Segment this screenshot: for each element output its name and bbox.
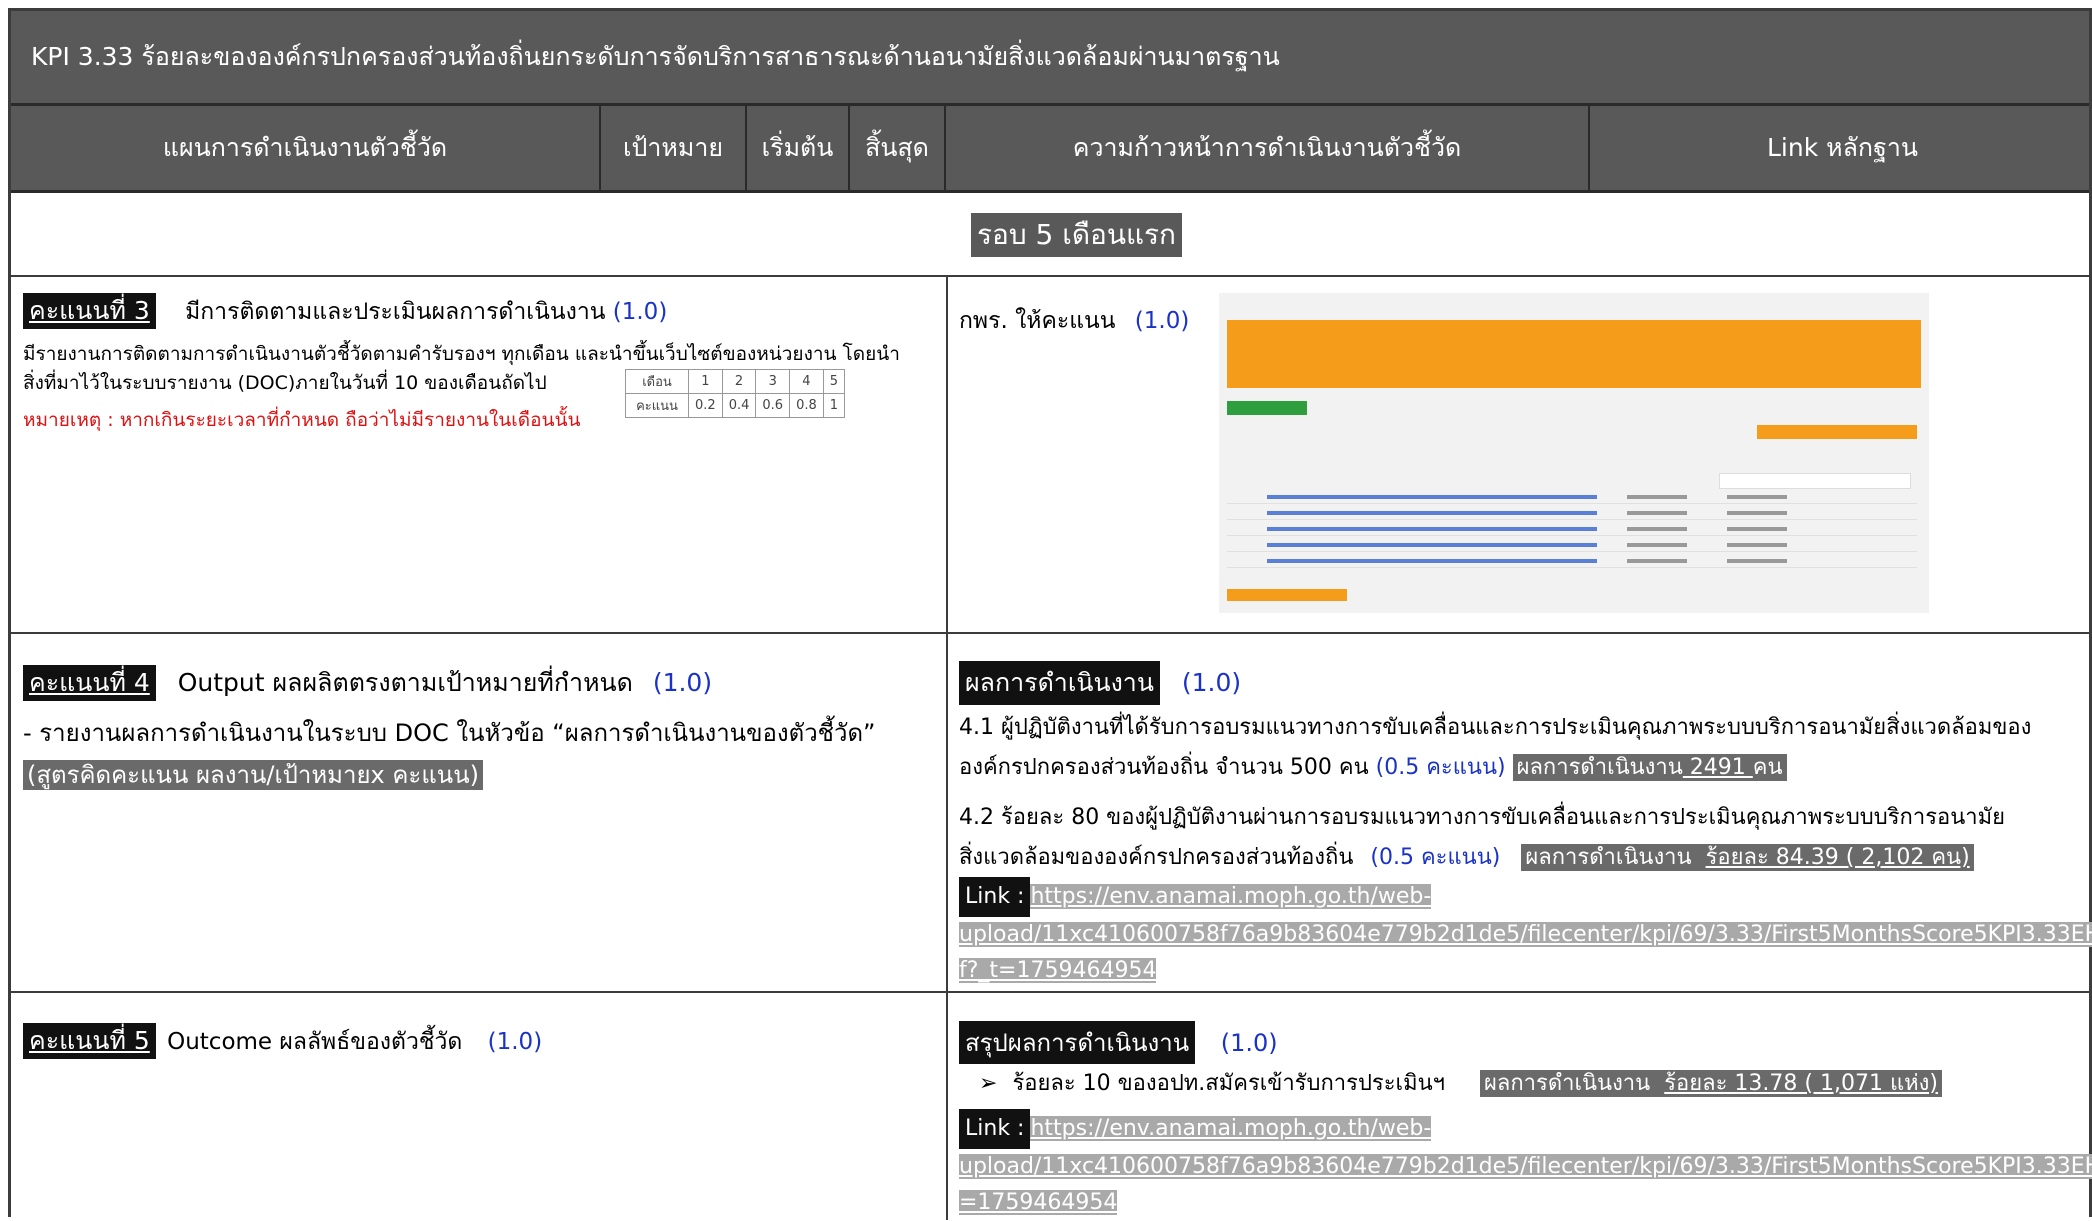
score4-tag: คะแนนที่ 4 <box>23 665 156 701</box>
score-label: คะแนน <box>625 393 689 418</box>
result-label: ผลการดำเนินงาน <box>1483 1071 1651 1096</box>
thumbnail-orange-button <box>1227 589 1347 601</box>
item-4-2-result: ผลการดำเนินงาน ร้อยละ 84.39 ( 2,102 คน) <box>1521 844 1974 871</box>
score-formula: (สูตรคิดคะแนน ผลงาน/เป้าหมายx คะแนน) <box>23 760 483 790</box>
report-screenshot-thumbnail <box>1219 293 1929 613</box>
score5-evidence-link[interactable]: Link : https://env.anamai.moph.go.th/web-… <box>959 1109 2092 1221</box>
table-header: แผนการดำเนินงานตัวชี้วัด เป้าหมาย เริ่มต… <box>11 103 2089 193</box>
bullet-icon: ➢ <box>979 1071 998 1096</box>
round-label: รอบ 5 เดือนแรก <box>971 213 1182 257</box>
column-divider <box>946 277 948 1220</box>
row-divider <box>11 991 2089 993</box>
evidence-link-line[interactable]: =1759464954 <box>959 1190 1118 1215</box>
score5-points: (1.0) <box>487 1029 543 1055</box>
thumbnail-orange-button <box>1757 425 1917 439</box>
opdc-score-text: กพร. ให้คะแนน <box>959 308 1116 334</box>
score4-desc-1: - รายงานผลการดำเนินงานในระบบ DOC ในหัวข้… <box>23 719 876 747</box>
result-label: ผลการดำเนินงาน <box>1525 845 1692 870</box>
evidence-link-line[interactable]: https://env.anamai.moph.go.th/web- <box>1030 884 1432 909</box>
evidence-link-line[interactable]: upload/11xc410600758f76a9b83604e779b2d1d… <box>959 1154 2092 1179</box>
score4-points: (1.0) <box>652 668 713 697</box>
item-4-2-points: (0.5 คะแนน) <box>1370 845 1501 870</box>
score5-summary-heading: สรุปผลการดำเนินงาน (1.0) <box>959 1021 1278 1064</box>
item-4-1-result: ผลการดำเนินงาน 2491 คน <box>1512 754 1787 781</box>
kpi-title: KPI 3.33 ร้อยละขององค์กรปกครองส่วนท้องถิ… <box>11 11 2089 103</box>
row-divider <box>11 632 2089 634</box>
table-row: คะแนน 0.2 0.4 0.6 0.8 1 <box>625 393 846 418</box>
opdc-score-points: (1.0) <box>1134 308 1190 334</box>
thumbnail-search-box <box>1719 473 1911 489</box>
month-cell: 5 <box>822 369 846 394</box>
score-cell: 0.6 <box>755 393 791 418</box>
item-4-1-text: องค์กรปกครองส่วนท้องถิ่น จำนวน 500 คน <box>959 755 1369 780</box>
score5-item-text: ร้อยละ 10 ของอปท.สมัครเข้ารับการประเมินฯ <box>1012 1071 1445 1096</box>
item-4-2-text: สิ่งแวดล้อมขององค์กรปกครองส่วนท้องถิ่น <box>959 845 1354 870</box>
result-value: 2491 <box>1682 755 1753 780</box>
score5-item: ➢ ร้อยละ 10 ของอปท.สมัครเข้ารับการประเมิ… <box>979 1065 1942 1100</box>
thumbnail-row <box>1227 525 1917 536</box>
thumbnail-row <box>1227 493 1917 504</box>
score3-points: (1.0) <box>612 299 668 325</box>
thumbnail-green-button <box>1227 401 1307 415</box>
score5-heading: คะแนนที่ 5 Outcome ผลลัพธ์ของตัวชี้วัด (… <box>23 1023 542 1060</box>
item-4-1-line-1: 4.1 ผู้ปฏิบัติงานที่ได้รับการอบรมแนวทางก… <box>959 715 2032 740</box>
score-cell: 0.8 <box>789 393 824 418</box>
item-4-2-line-1: 4.2 ร้อยละ 80 ของผู้ปฏิบัติงานผ่านการอบร… <box>959 805 2006 830</box>
score-cell: 0.4 <box>721 393 757 418</box>
score3-title: มีการติดตามและประเมินผลการดำเนินงาน <box>185 299 606 325</box>
col-progress: ความก้าวหน้าการดำเนินงานตัวชี้วัด <box>946 106 1590 190</box>
round-row: รอบ 5 เดือนแรก <box>11 193 2089 277</box>
evidence-link-line[interactable]: f?_t=1759464954 <box>959 958 1157 983</box>
month-cell: 4 <box>789 369 824 394</box>
item-4-1-points: (0.5 คะแนน) <box>1375 755 1506 780</box>
score-cell: 1 <box>822 393 846 418</box>
kpi-document: KPI 3.33 ร้อยละขององค์กรปกครองส่วนท้องถิ… <box>8 8 2092 1220</box>
score-cell: 0.2 <box>688 393 723 418</box>
result-tag: ผลการดำเนินงาน <box>959 661 1160 705</box>
evidence-link-line[interactable]: https://env.anamai.moph.go.th/web- <box>1030 1116 1432 1141</box>
thumbnail-orange-banner <box>1227 320 1921 388</box>
score5-tag: คะแนนที่ 5 <box>23 1023 156 1059</box>
col-start: เริ่มต้น <box>747 106 850 190</box>
col-plan: แผนการดำเนินงานตัวชี้วัด <box>11 106 601 190</box>
result-label: ผลการดำเนินงาน <box>1516 755 1683 780</box>
col-evidence: Link หลักฐาน <box>1766 133 1918 162</box>
summary-points: (1.0) <box>1220 1029 1278 1057</box>
score-table: เดือน 1 2 3 4 5 คะแนน 0.2 0.4 0.6 0.8 1 <box>625 369 846 418</box>
link-label: Link : <box>959 1109 1031 1149</box>
month-cell: 2 <box>721 369 757 394</box>
score5-title: Outcome ผลลัพธ์ของตัวชี้วัด <box>167 1029 463 1055</box>
col-target: เป้าหมาย <box>601 106 747 190</box>
score3-tag: คะแนนที่ 3 <box>23 293 156 329</box>
result-value: ร้อยละ 13.78 ( 1,071 แห่ง) <box>1664 1071 1938 1096</box>
result-points: (1.0) <box>1181 668 1242 697</box>
thumbnail-row <box>1227 557 1917 568</box>
evidence-link-line[interactable]: upload/11xc410600758f76a9b83604e779b2d1d… <box>959 922 2092 947</box>
link-label: Link : <box>959 877 1031 917</box>
score3-note: หมายเหตุ : หากเกินระยะเวลาที่กำหนด ถือว่… <box>23 409 581 431</box>
month-cell: 1 <box>688 369 723 394</box>
thumbnail-row <box>1227 509 1917 520</box>
month-cell: 3 <box>755 369 791 394</box>
table-row: เดือน 1 2 3 4 5 <box>625 369 846 394</box>
col-end: สิ้นสุด <box>850 106 946 190</box>
score4-result-heading: ผลการดำเนินงาน (1.0) <box>959 661 1241 705</box>
score4-heading: คะแนนที่ 4 Output ผลผลิตตรงตามเป้าหมายที… <box>23 663 712 703</box>
score4-evidence-link[interactable]: Link : https://env.anamai.moph.go.th/web-… <box>959 877 2092 989</box>
summary-tag: สรุปผลการดำเนินงาน <box>959 1021 1196 1064</box>
thumbnail-row <box>1227 541 1917 552</box>
score4-title: Output ผลผลิตตรงตามเป้าหมายที่กำหนด <box>177 668 633 697</box>
month-label: เดือน <box>625 369 689 394</box>
opdc-score: กพร. ให้คะแนน (1.0) <box>959 303 1189 339</box>
item-4-1-line-2: องค์กรปกครองส่วนท้องถิ่น จำนวน 500 คน (0… <box>959 749 1787 784</box>
result-value: ร้อยละ 84.39 ( 2,102 คน) <box>1705 845 1970 870</box>
score3-heading: คะแนนที่ 3 มีการติดตามและประเมินผลการดำเ… <box>23 293 667 330</box>
item-4-2-line-2: สิ่งแวดล้อมขององค์กรปกครองส่วนท้องถิ่น (… <box>959 839 1974 874</box>
score3-desc-2: สิ่งที่มาไว้ในระบบรายงาน (DOC)ภายในวันที… <box>23 372 547 394</box>
score4-desc-2: (สูตรคิดคะแนน ผลงาน/เป้าหมายx คะแนน) <box>23 755 483 794</box>
result-unit: คน <box>1752 755 1783 780</box>
score5-result: ผลการดำเนินงาน ร้อยละ 13.78 ( 1,071 แห่ง… <box>1479 1070 1942 1097</box>
score3-desc-1: มีรายงานการติดตามการดำเนินงานตัวชี้วัดตา… <box>23 343 900 365</box>
